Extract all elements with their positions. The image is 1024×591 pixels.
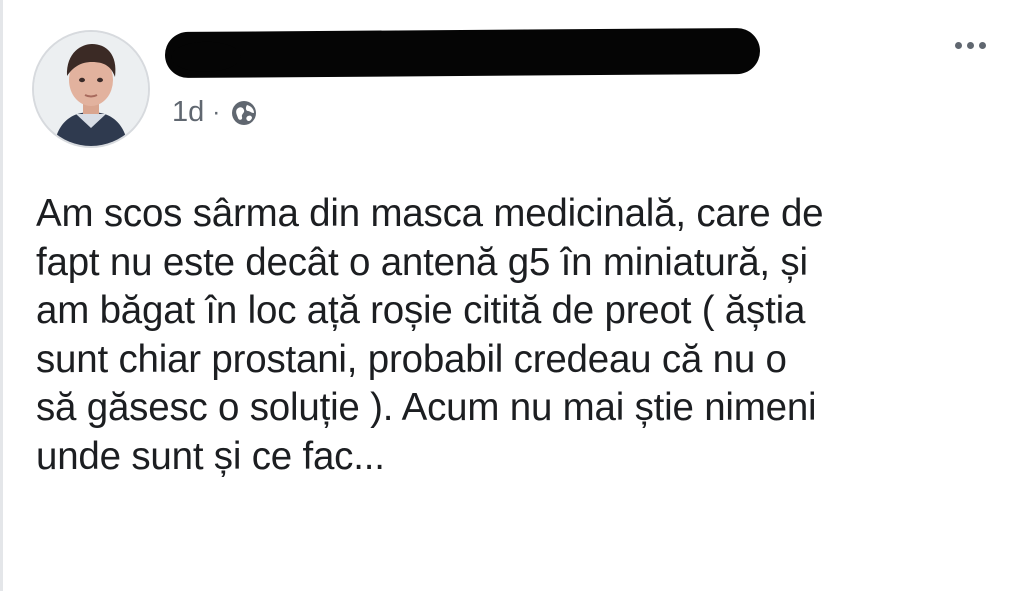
timestamp-link[interactable]: 1d (172, 96, 204, 129)
redacted-author-name (164, 27, 761, 79)
meta-separator: · (212, 98, 221, 126)
post-body: Am scos sârma din masca medicinală, care… (36, 190, 1011, 481)
facebook-post: 1d · Am scos sârma din masca medicinală,… (0, 0, 1024, 591)
avatar[interactable] (34, 32, 148, 146)
more-options-icon[interactable] (955, 42, 986, 49)
card-border (0, 0, 3, 591)
post-text-line: am băgat în loc ață roșie citită de preo… (36, 289, 806, 332)
more-dot (979, 42, 986, 49)
post-text-line: Am scos sârma din masca medicinală, care… (36, 192, 824, 235)
globe-icon[interactable] (230, 99, 258, 127)
more-dot (955, 42, 962, 49)
avatar-photo (34, 32, 148, 146)
post-meta: 1d · (172, 96, 258, 129)
more-dot (967, 42, 974, 49)
post-text-line: unde sunt și ce fac... (36, 434, 385, 478)
post-text-line: sunt chiar prostani, probabil credeau că… (36, 337, 787, 381)
post-text-line: fapt nu este decât o antenă g5 în miniat… (36, 240, 808, 284)
post-text-line: să găsesc o soluție ). Acum nu mai știe … (36, 386, 817, 429)
